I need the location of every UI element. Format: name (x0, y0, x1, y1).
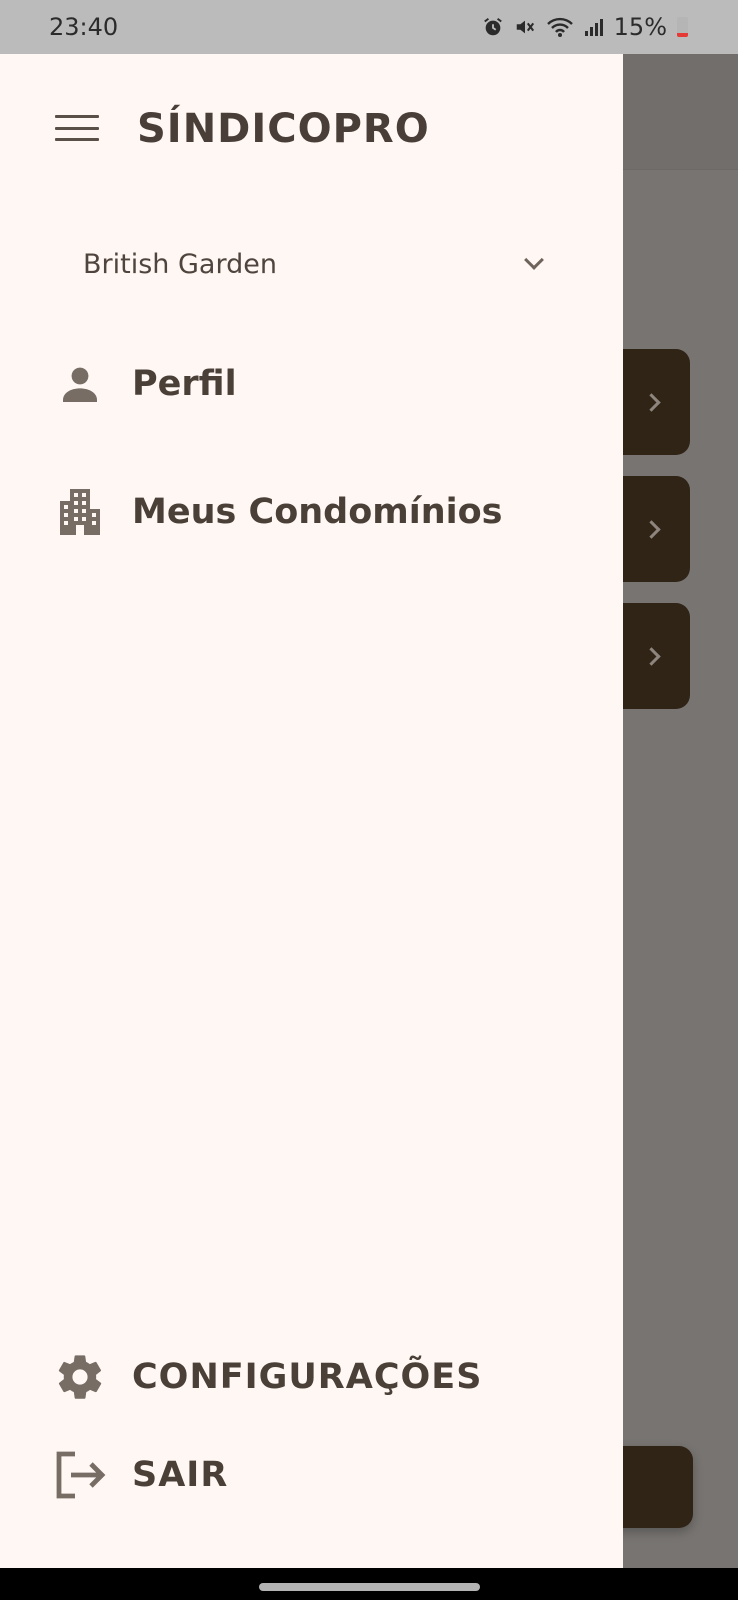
battery-icon (677, 17, 688, 37)
person-icon (50, 354, 110, 414)
status-icons: 15% (482, 13, 688, 41)
building-icon (50, 482, 110, 542)
home-indicator[interactable] (259, 1583, 480, 1591)
menu-icon[interactable] (50, 107, 104, 149)
alarm-icon (482, 16, 504, 38)
mute-icon (514, 16, 536, 38)
drawer-item-label: SAIR (132, 1455, 229, 1495)
status-bar: 23:40 15% (0, 0, 738, 54)
logout-icon (50, 1445, 110, 1505)
condominium-selector[interactable]: British Garden (83, 234, 553, 294)
drawer-item-label: Meus Condomínios (132, 492, 503, 532)
drawer-header: SÍNDICOPRO (0, 54, 623, 214)
condominium-selected: British Garden (83, 248, 277, 280)
navigation-drawer: SÍNDICOPRO British Garden Perfil Meus Co… (0, 54, 623, 1568)
drawer-item-meus-condominios[interactable]: Meus Condomínios (50, 472, 590, 552)
app-title: SÍNDICOPRO (137, 106, 430, 152)
drawer-item-configuracoes[interactable]: CONFIGURAÇÕES (50, 1337, 590, 1417)
signal-icon (584, 17, 604, 37)
chevron-right-icon (642, 519, 661, 539)
chevron-right-icon (642, 392, 661, 412)
battery-level: 15% (613, 13, 667, 41)
chevron-down-icon (524, 250, 544, 270)
wifi-icon (546, 16, 574, 38)
gear-icon (50, 1347, 110, 1407)
status-time: 23:40 (49, 13, 119, 41)
drawer-item-label: CONFIGURAÇÕES (132, 1357, 483, 1397)
chevron-right-icon (642, 646, 661, 666)
drawer-item-label: Perfil (132, 364, 237, 404)
drawer-item-perfil[interactable]: Perfil (50, 344, 590, 424)
drawer-item-sair[interactable]: SAIR (50, 1435, 590, 1515)
